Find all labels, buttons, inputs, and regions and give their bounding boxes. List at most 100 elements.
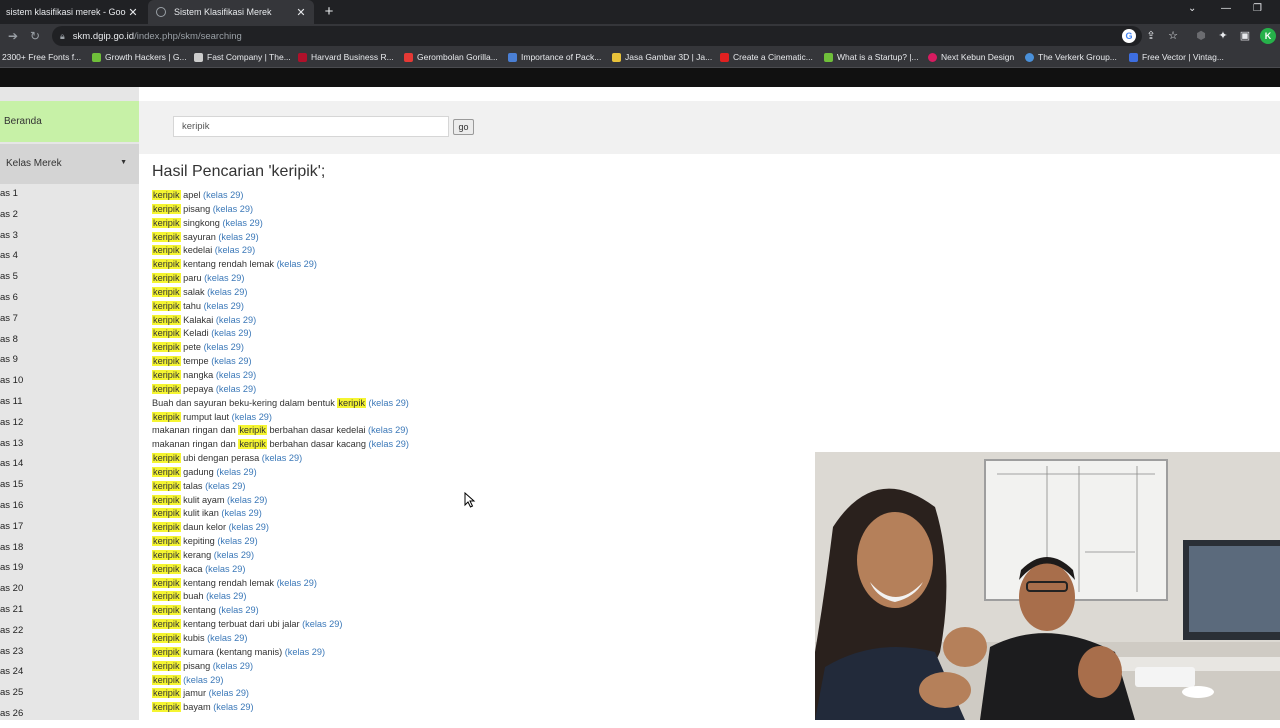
close-tab-icon[interactable]: ✕ [294, 6, 308, 19]
kelas-link[interactable]: (kelas 29) [227, 495, 267, 505]
kelas-link[interactable]: (kelas 29) [369, 439, 409, 449]
kelas-link[interactable]: (kelas 29) [214, 550, 254, 560]
kelas-link[interactable]: (kelas 29) [216, 467, 256, 477]
restore-window-icon[interactable]: ❐ [1253, 3, 1262, 14]
extensions-puzzle-icon[interactable]: ✦ [1216, 29, 1230, 43]
bookmark-star-icon[interactable]: ☆ [1166, 29, 1180, 43]
kelas-link[interactable]: (kelas 29) [204, 273, 244, 283]
kelas-link[interactable]: (kelas 29) [218, 232, 258, 242]
sidebar-item-kelas[interactable]: as 3 [0, 229, 139, 250]
sidebar-item-kelas[interactable]: as 20 [0, 582, 139, 603]
profile-avatar[interactable]: K [1260, 28, 1276, 44]
sidebar-item-kelas[interactable]: as 16 [0, 499, 139, 520]
kelas-link[interactable]: (kelas 29) [217, 536, 257, 546]
kelas-link[interactable]: (kelas 29) [211, 356, 251, 366]
kelas-link[interactable]: (kelas 29) [221, 508, 261, 518]
sidebar-item-kelas[interactable]: as 11 [0, 395, 139, 416]
kelas-link[interactable]: (kelas 29) [368, 425, 408, 435]
sidebar-item-kelas[interactable]: as 5 [0, 270, 139, 291]
new-tab-button[interactable]: + [320, 3, 338, 21]
kelas-link[interactable]: (kelas 29) [215, 245, 255, 255]
kelas-link[interactable]: (kelas 29) [229, 522, 269, 532]
sidebar-item-kelas[interactable]: as 2 [0, 208, 139, 229]
kelas-link[interactable]: (kelas 29) [206, 591, 246, 601]
kelas-link[interactable]: (kelas 29) [209, 688, 249, 698]
bookmark-item[interactable]: Gerombolan Gorilla... [404, 52, 498, 62]
google-translate-icon[interactable]: G [1122, 29, 1136, 43]
tab-sistem-klasifikasi[interactable]: Sistem Klasifikasi Merek ✕ [148, 0, 314, 24]
kelas-link[interactable]: (kelas 29) [216, 384, 256, 394]
minimize-window-icon[interactable]: — [1221, 3, 1231, 14]
kelas-link[interactable]: (kelas 29) [213, 204, 253, 214]
bookmark-item[interactable]: Create a Cinematic... [720, 52, 813, 62]
bookmark-item[interactable]: Harvard Business R... [298, 52, 394, 62]
sidebar-item-kelas[interactable]: as 21 [0, 603, 139, 624]
sidebar-item-kelas[interactable]: as 13 [0, 437, 139, 458]
kelas-link[interactable]: (kelas 29) [203, 190, 243, 200]
fast-company-icon [194, 52, 203, 62]
bookmark-item[interactable]: Next Kebun Design [928, 52, 1014, 62]
kelas-link[interactable]: (kelas 29) [183, 675, 223, 685]
extension-icon[interactable]: ⬢ [1194, 29, 1208, 43]
kelas-link[interactable]: (kelas 29) [204, 301, 244, 311]
sidebar-item-kelas[interactable]: as 19 [0, 561, 139, 582]
sidebar-item-kelas[interactable]: as 24 [0, 665, 139, 686]
sidebar-item-kelas[interactable]: as 1 [0, 187, 139, 208]
kelas-link[interactable]: (kelas 29) [222, 218, 262, 228]
kelas-link[interactable]: (kelas 29) [218, 605, 258, 615]
kelas-link[interactable]: (kelas 29) [232, 412, 272, 422]
sidebar-item-kelas[interactable]: as 18 [0, 541, 139, 562]
bookmark-item[interactable]: What is a Startup? |... [824, 52, 919, 62]
tab-google-search[interactable]: sistem klasifikasi merek - Google ✕ [0, 0, 146, 24]
sidebar-kelas-merek-dropdown[interactable]: Kelas Merek ▼ [0, 144, 139, 184]
bookmark-item[interactable]: 2300+ Free Fonts f... [2, 52, 81, 62]
sidebar-item-kelas[interactable]: as 4 [0, 249, 139, 270]
go-button[interactable]: go [453, 119, 474, 135]
bookmark-item[interactable]: Importance of Pack... [508, 52, 601, 62]
sidebar-item-kelas[interactable]: as 22 [0, 624, 139, 645]
sidebar-item-kelas[interactable]: as 7 [0, 312, 139, 333]
kelas-link[interactable]: (kelas 29) [207, 633, 247, 643]
sidebar-item-kelas[interactable]: as 25 [0, 686, 139, 707]
kelas-link[interactable]: (kelas 29) [277, 578, 317, 588]
kelas-link[interactable]: (kelas 29) [211, 328, 251, 338]
share-icon[interactable]: ⇪ [1144, 29, 1158, 43]
sidebar-item-kelas[interactable]: as 9 [0, 353, 139, 374]
tab-search-chevron-icon[interactable]: ⌄ [1188, 3, 1196, 14]
side-panel-icon[interactable]: ▣ [1238, 29, 1252, 43]
forward-icon[interactable]: ➔ [8, 28, 18, 44]
sidebar-item-kelas[interactable]: as 23 [0, 645, 139, 666]
kelas-link[interactable]: (kelas 29) [205, 564, 245, 574]
sidebar-item-kelas[interactable]: as 17 [0, 520, 139, 541]
kelas-link[interactable]: (kelas 29) [285, 647, 325, 657]
lock-icon[interactable]: 🔒︎ [60, 31, 65, 42]
bookmark-item[interactable]: Fast Company | The... [194, 52, 291, 62]
reload-icon[interactable]: ↻ [30, 28, 40, 44]
close-tab-icon[interactable]: ✕ [126, 6, 140, 19]
kelas-link[interactable]: (kelas 29) [204, 342, 244, 352]
sidebar-item-kelas[interactable]: as 10 [0, 374, 139, 395]
kelas-link[interactable]: (kelas 29) [216, 370, 256, 380]
kelas-link[interactable]: (kelas 29) [277, 259, 317, 269]
kelas-link[interactable]: (kelas 29) [205, 481, 245, 491]
kelas-link[interactable]: (kelas 29) [302, 619, 342, 629]
bookmark-item[interactable]: Jasa Gambar 3D | Ja... [612, 52, 712, 62]
sidebar-item-kelas[interactable]: as 12 [0, 416, 139, 437]
sidebar-item-kelas[interactable]: as 8 [0, 333, 139, 354]
address-bar[interactable]: 🔒︎ skm.dgip.go.id/index.php/skm/searchin… [52, 26, 1142, 46]
kelas-link[interactable]: (kelas 29) [207, 287, 247, 297]
kelas-link[interactable]: (kelas 29) [216, 315, 256, 325]
bookmark-item[interactable]: Free Vector | Vintag... [1129, 52, 1224, 62]
bookmark-item[interactable]: Growth Hackers | G... [92, 52, 187, 62]
search-input[interactable] [173, 116, 449, 137]
sidebar-item-kelas[interactable]: as 14 [0, 457, 139, 478]
kelas-link[interactable]: (kelas 29) [262, 453, 302, 463]
sidebar-item-kelas[interactable]: as 26 [0, 707, 139, 728]
sidebar-item-beranda[interactable]: Beranda [0, 101, 139, 142]
bookmark-item[interactable]: The Verkerk Group... [1025, 52, 1117, 62]
kelas-link[interactable]: (kelas 29) [213, 661, 253, 671]
kelas-link[interactable]: (kelas 29) [369, 398, 409, 408]
sidebar-item-kelas[interactable]: as 15 [0, 478, 139, 499]
sidebar-item-kelas[interactable]: as 6 [0, 291, 139, 312]
kelas-link[interactable]: (kelas 29) [213, 702, 253, 712]
